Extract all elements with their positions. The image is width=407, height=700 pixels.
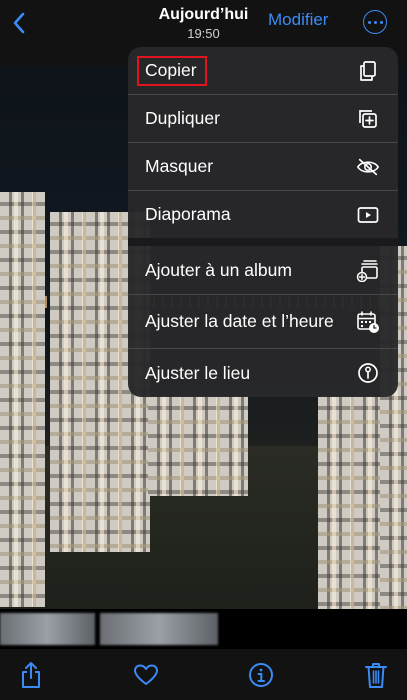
share-icon [22,662,40,688]
copy-icon [356,59,380,83]
page-title: Aujourd’hui [158,6,249,23]
heart-icon [134,664,158,685]
info-button[interactable] [247,661,275,689]
location-info-icon [356,361,380,385]
info-icon [249,663,273,687]
photo-building [0,192,45,607]
share-button[interactable] [17,661,45,689]
menu-item-label: Dupliquer [145,108,220,128]
ellipsis-dot [379,20,383,24]
menu-item-label: Diaporama [145,204,231,224]
menu-group-separator [128,238,398,246]
calendar-adjust-icon [356,310,380,334]
menu-item-add-to-album[interactable]: Ajouter à un album [128,246,398,294]
delete-button[interactable] [362,661,390,689]
menu-item-slideshow[interactable]: Diaporama [128,191,398,238]
menu-item-hide[interactable]: Masquer [128,143,398,190]
menu-item-label: Ajouter à un album [145,259,292,280]
menu-item-adjust-location[interactable]: Ajuster le lieu [128,349,398,397]
menu-item-copy[interactable]: Copier [128,47,398,94]
page-subtitle-time: 19:50 [187,26,220,41]
menu-item-label: Ajuster la date et l’heure [145,311,334,331]
thumbnail[interactable] [100,613,218,645]
add-to-album-icon [356,258,380,282]
ellipsis-dot [373,20,377,24]
ellipsis-dot [367,20,371,24]
trash-icon [365,663,387,688]
menu-item-label: Masquer [145,156,214,176]
photo-building [148,396,248,496]
duplicate-icon [356,107,380,131]
context-menu: Copier Dupliquer Masquer Diaporama Ajout… [128,47,398,397]
favorite-button[interactable] [132,661,160,689]
eye-slash-icon [356,155,380,179]
bottom-toolbar [0,649,407,700]
menu-item-label: Ajuster le lieu [145,362,251,383]
thumbnail[interactable] [0,613,95,645]
menu-item-duplicate[interactable]: Dupliquer [128,95,398,142]
photo-building [318,396,383,609]
thumbnail-strip[interactable] [0,609,407,649]
edit-button[interactable]: Modifier [268,10,328,30]
highlight-box [137,56,207,86]
play-rectangle-icon [356,203,380,227]
more-options-button[interactable] [363,10,387,34]
menu-item-adjust-date-time[interactable]: Ajuster la date et l’heure [128,295,398,348]
